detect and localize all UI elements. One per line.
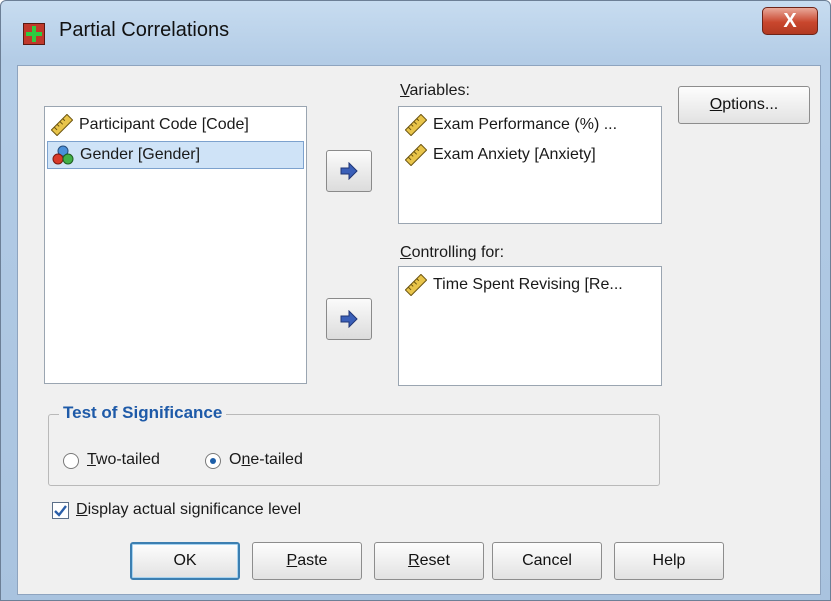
ok-button[interactable]: OK	[130, 542, 240, 580]
title-bar[interactable]: Partial Correlations X	[1, 1, 830, 61]
dialog-window: Partial Correlations X Participant Code …	[0, 0, 831, 601]
scale-ruler-icon	[405, 114, 427, 136]
test-of-significance-group: Test of Significance Two-tailed One-tail…	[48, 403, 660, 486]
display-significance-label[interactable]: Display actual significance level	[76, 501, 301, 519]
right-arrow-icon	[340, 310, 358, 328]
list-item[interactable]: Participant Code [Code]	[47, 111, 304, 139]
group-title: Test of Significance	[59, 403, 227, 423]
right-arrow-icon	[340, 162, 358, 180]
list-item[interactable]: Time Spent Revising [Re...	[401, 271, 659, 299]
two-tailed-radio[interactable]	[63, 453, 79, 469]
cancel-button[interactable]: Cancel	[492, 542, 602, 580]
list-item-selected[interactable]: Gender [Gender]	[47, 141, 304, 169]
display-significance-checkbox[interactable]	[52, 502, 69, 519]
scale-ruler-icon	[51, 114, 73, 136]
two-tailed-label[interactable]: Two-tailed	[87, 451, 160, 469]
scale-ruler-icon	[405, 274, 427, 296]
controlling-list[interactable]: Time Spent Revising [Re...	[398, 266, 662, 386]
list-item-label: Gender [Gender]	[80, 146, 201, 163]
list-item-label: Exam Anxiety [Anxiety]	[433, 146, 596, 163]
nominal-icon	[52, 145, 74, 165]
checkmark-icon	[54, 505, 67, 517]
spss-app-icon	[23, 23, 45, 45]
variables-list[interactable]: Exam Performance (%) ... Exam Anxiety [A…	[398, 106, 662, 224]
reset-button[interactable]: Reset	[374, 542, 484, 580]
list-item[interactable]: Exam Performance (%) ...	[401, 111, 659, 139]
dialog-body: Participant Code [Code] Gender [Gender]	[17, 65, 821, 595]
one-tailed-radio[interactable]	[205, 453, 221, 469]
options-button[interactable]: Options...	[678, 86, 810, 124]
help-button[interactable]: Help	[614, 542, 724, 580]
one-tailed-label[interactable]: One-tailed	[229, 451, 303, 469]
list-item-label: Exam Performance (%) ...	[433, 116, 618, 133]
list-item-label: Time Spent Revising [Re...	[433, 276, 623, 293]
list-item-label: Participant Code [Code]	[79, 116, 249, 133]
source-variable-list[interactable]: Participant Code [Code] Gender [Gender]	[44, 106, 307, 384]
list-item[interactable]: Exam Anxiety [Anxiety]	[401, 141, 659, 169]
scale-ruler-icon	[405, 144, 427, 166]
move-to-controlling-button[interactable]	[326, 298, 372, 340]
paste-button[interactable]: Paste	[252, 542, 362, 580]
variables-label: Variables:	[400, 82, 470, 99]
close-button[interactable]: X	[762, 7, 818, 35]
window-title: Partial Correlations	[59, 19, 230, 41]
move-to-variables-button[interactable]	[326, 150, 372, 192]
controlling-label: Controlling for:	[400, 244, 505, 261]
